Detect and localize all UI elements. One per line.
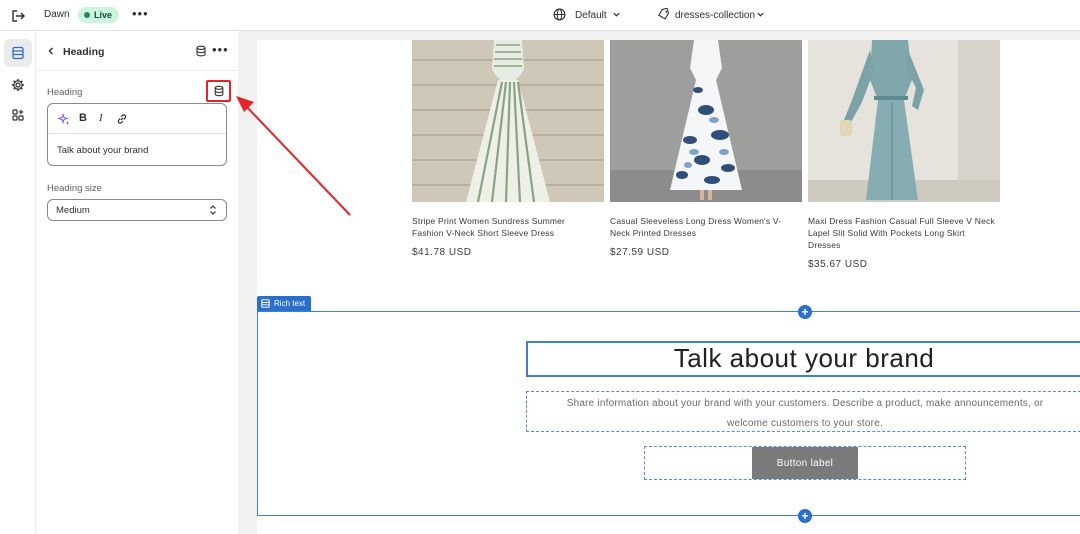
link-icon[interactable] [116,113,128,125]
product-photo-floral-dress [610,40,802,202]
plus-icon: + [801,509,809,523]
rte-toolbar: B I [48,104,226,134]
section-tag[interactable]: Rich text [257,296,312,311]
add-section-below-button[interactable]: + [798,509,812,523]
theme-more-button[interactable]: ••• [132,6,149,21]
panel-more-button[interactable]: ••• [212,42,229,57]
rich-text-button[interactable]: Button label [752,447,858,479]
heading-size-value: Medium [56,205,90,216]
product-price: $41.78 USD [412,247,472,258]
heading-rich-text-editor: B I Talk about your brand [47,103,227,166]
product-title-line: Casual Sleeveless Long Dress Women's V- [610,216,782,226]
theme-settings-button[interactable] [4,71,32,99]
globe-icon [553,8,566,21]
tag-icon [658,8,670,20]
connect-dynamic-source-button[interactable] [206,80,231,102]
gear-icon [11,78,25,92]
heading-size-select[interactable]: Medium [47,199,227,221]
panel-title: Heading [63,46,105,58]
product-image[interactable] [412,40,604,202]
sparkle-ai-icon[interactable] [58,113,70,125]
theme-name: Dawn [44,9,70,20]
product-photo-stripe-dress [412,40,604,202]
database-icon [214,85,223,97]
rich-text-body-line: Share information about your brand with … [566,398,1044,409]
product-title-line: Stripe Print Women Sundress Summer [412,216,566,226]
rich-text-body[interactable]: Share information about your brand with … [530,394,1080,434]
apps-icon [12,109,24,121]
exit-icon[interactable] [10,8,26,24]
chevron-down-icon[interactable] [612,10,621,19]
section-icon [261,299,270,308]
back-chevron-icon[interactable] [46,46,56,56]
product-title-line: Neck Printed Dresses [610,228,697,238]
market-selector[interactable]: Default [575,10,607,21]
product-price: $27.59 USD [610,247,670,258]
template-selector[interactable]: dresses-collection [675,10,755,21]
settings-panel: Heading ••• Heading B I Talk about your … [36,31,238,534]
sections-button[interactable] [4,39,32,67]
product-title-line: Lapel Slit Solid With Pockets Long Skirt [808,228,965,238]
product-title-line: Maxi Dress Fashion Casual Full Sleeve V … [808,216,995,226]
heading-text-input[interactable]: Talk about your brand [57,145,148,156]
editor-icon-rail [0,31,36,534]
italic-button[interactable]: I [99,112,103,124]
bold-button[interactable]: B [79,112,87,124]
heading-field-label: Heading [47,87,83,98]
product-image[interactable] [808,40,1000,202]
product-title[interactable]: Casual Sleeveless Long Dress Women's V- … [610,215,781,239]
app-embeds-button[interactable] [4,101,32,129]
product-title-line: Dresses [808,240,841,250]
chevron-down-icon[interactable] [756,10,765,19]
product-image[interactable] [610,40,802,202]
heading-size-label: Heading size [47,183,102,194]
panel-header: Heading ••• [36,31,238,71]
product-title-line: Fashion V-Neck Short Sleeve Dress [412,228,555,238]
live-badge: Live [78,7,120,23]
add-section-above-button[interactable]: + [798,305,812,319]
select-arrows-icon [210,205,216,215]
database-icon[interactable] [195,45,207,57]
product-photo-maxi-dress [808,40,1000,202]
product-title[interactable]: Maxi Dress Fashion Casual Full Sleeve V … [808,215,995,251]
sections-icon [12,46,24,60]
live-dot-icon [84,12,90,18]
product-title[interactable]: Stripe Print Women Sundress Summer Fashi… [412,215,565,239]
plus-icon: + [801,305,809,319]
rich-text-heading[interactable]: Talk about your brand [526,343,1080,374]
top-bar: Dawn Live ••• Default dresses-collection [0,0,1080,31]
section-tag-label: Rich text [274,299,306,308]
product-price: $35.67 USD [808,259,868,270]
rich-text-body-line: welcome customers to your store. [727,418,883,429]
live-label: Live [94,10,113,20]
